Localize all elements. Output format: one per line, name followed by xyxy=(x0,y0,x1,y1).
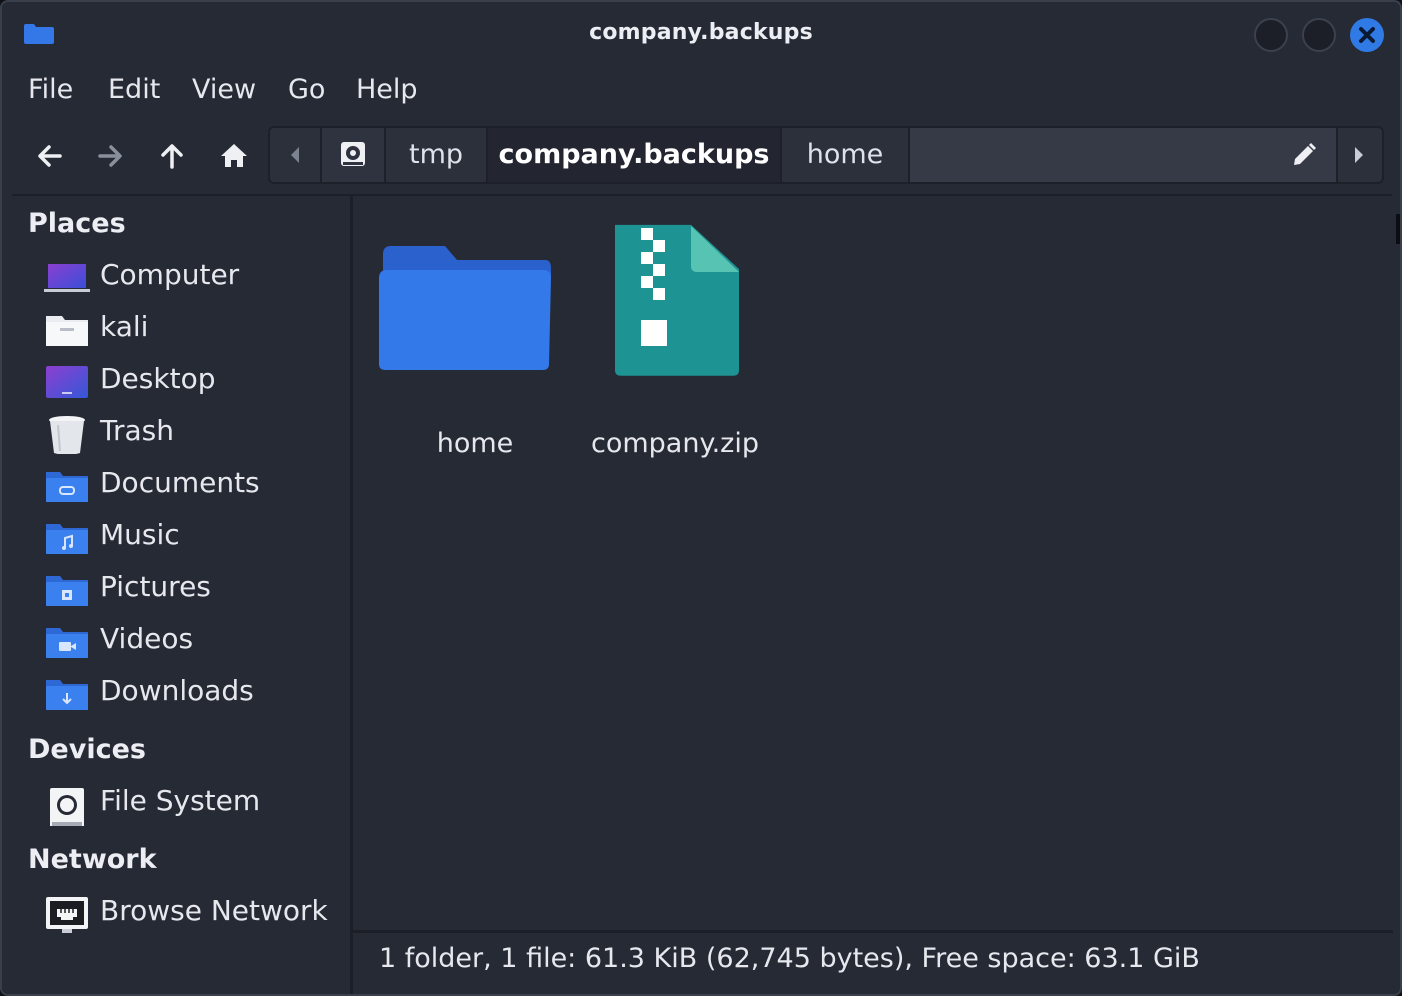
sidebar-item-label: File System xyxy=(100,784,261,817)
drive-icon xyxy=(341,142,365,166)
arrow-right-icon xyxy=(98,145,122,167)
close-button[interactable] xyxy=(1350,18,1384,52)
music-folder-icon xyxy=(46,524,88,554)
path-segment-tmp[interactable]: tmp xyxy=(386,128,488,182)
status-bar: 1 folder, 1 file: 61.3 KiB (62,745 bytes… xyxy=(353,933,1400,993)
drive-icon xyxy=(50,788,84,826)
network-heading: Network xyxy=(28,844,157,875)
path-scroll-right-button[interactable] xyxy=(1338,128,1382,182)
sidebar-item-label: Browse Network xyxy=(100,894,328,927)
menu-go[interactable]: Go xyxy=(286,74,327,105)
sidebar-item-file-system[interactable]: File System xyxy=(44,780,344,828)
sidebar-item-videos[interactable]: Videos xyxy=(44,618,344,666)
maximize-button[interactable] xyxy=(1302,18,1336,52)
trash-icon xyxy=(49,416,85,454)
menu-edit[interactable]: Edit xyxy=(106,74,162,105)
zip-archive-icon xyxy=(615,224,739,376)
toolbar: tmp company.backups home xyxy=(2,124,1400,188)
minimize-button[interactable] xyxy=(1254,18,1288,52)
desktop-icon xyxy=(46,366,88,398)
file-name: home xyxy=(436,428,514,459)
pencil-icon xyxy=(1294,143,1316,165)
close-icon xyxy=(1359,27,1375,43)
computer-icon xyxy=(44,264,90,292)
arrow-left-icon xyxy=(38,145,62,167)
menu-file[interactable]: File xyxy=(26,74,75,105)
home-icon xyxy=(221,144,247,167)
file-manager-window: company.backups File Edit View Go Help t… xyxy=(0,0,1402,996)
home-folder-icon xyxy=(46,316,88,346)
path-segment-company-backups[interactable]: company.backups xyxy=(488,128,782,182)
forward-button[interactable] xyxy=(88,134,132,178)
path-root-button[interactable] xyxy=(320,128,386,182)
home-button[interactable] xyxy=(212,134,256,178)
downloads-folder-icon xyxy=(46,680,88,710)
arrow-up-icon xyxy=(161,144,183,169)
path-bar: tmp company.backups home xyxy=(268,126,1384,184)
sidebar-item-label: kali xyxy=(100,310,149,343)
chevron-left-icon xyxy=(291,147,299,163)
menu-view[interactable]: View xyxy=(190,74,258,105)
file-item-home[interactable]: home xyxy=(375,214,575,459)
file-view[interactable]: home company.zip xyxy=(353,196,1400,930)
videos-folder-icon xyxy=(46,628,88,658)
sidebar-item-downloads[interactable]: Downloads xyxy=(44,670,344,718)
sidebar-item-desktop[interactable]: Desktop xyxy=(44,358,344,406)
sidebar-item-browse-network[interactable]: Browse Network xyxy=(44,890,344,938)
devices-heading: Devices xyxy=(28,734,146,765)
file-name: company.zip xyxy=(591,428,759,459)
title-bar[interactable]: company.backups xyxy=(2,2,1400,64)
sidebar-item-label: Documents xyxy=(100,466,260,499)
chevron-right-icon xyxy=(1355,147,1363,163)
path-scroll-left-button[interactable] xyxy=(270,128,320,182)
places-heading: Places xyxy=(28,208,126,239)
up-button[interactable] xyxy=(150,134,194,178)
network-icon xyxy=(46,897,88,933)
path-segment-home[interactable]: home xyxy=(782,128,910,182)
sidebar-item-label: Videos xyxy=(100,622,194,655)
path-edit-area[interactable] xyxy=(910,128,1338,182)
folder-icon xyxy=(379,246,551,370)
window-title: company.backups xyxy=(589,20,813,45)
documents-folder-icon xyxy=(46,472,88,502)
sidebar-item-documents[interactable]: Documents xyxy=(44,462,344,510)
sidebar-item-label: Downloads xyxy=(100,674,254,707)
sidebar-item-label: Music xyxy=(100,518,180,551)
sidebar-item-label: Pictures xyxy=(100,570,211,603)
sidebar-item-label: Desktop xyxy=(100,362,216,395)
sidebar: Places Computer kali Desktop Trash Docum… xyxy=(2,196,350,994)
file-item-company-zip[interactable]: company.zip xyxy=(575,214,775,459)
menu-help[interactable]: Help xyxy=(354,74,420,105)
pictures-folder-icon xyxy=(46,576,88,606)
sidebar-item-trash[interactable]: Trash xyxy=(44,410,344,458)
sidebar-item-label: Trash xyxy=(100,414,174,447)
sidebar-item-pictures[interactable]: Pictures xyxy=(44,566,344,614)
scrollbar[interactable] xyxy=(1396,214,1400,244)
back-button[interactable] xyxy=(28,134,72,178)
sidebar-item-computer[interactable]: Computer xyxy=(44,254,344,302)
sidebar-item-kali[interactable]: kali xyxy=(44,306,344,354)
menu-bar: File Edit View Go Help xyxy=(2,68,1400,114)
sidebar-item-music[interactable]: Music xyxy=(44,514,344,562)
sidebar-item-label: Computer xyxy=(100,258,240,291)
status-text: 1 folder, 1 file: 61.3 KiB (62,745 bytes… xyxy=(379,943,1200,974)
